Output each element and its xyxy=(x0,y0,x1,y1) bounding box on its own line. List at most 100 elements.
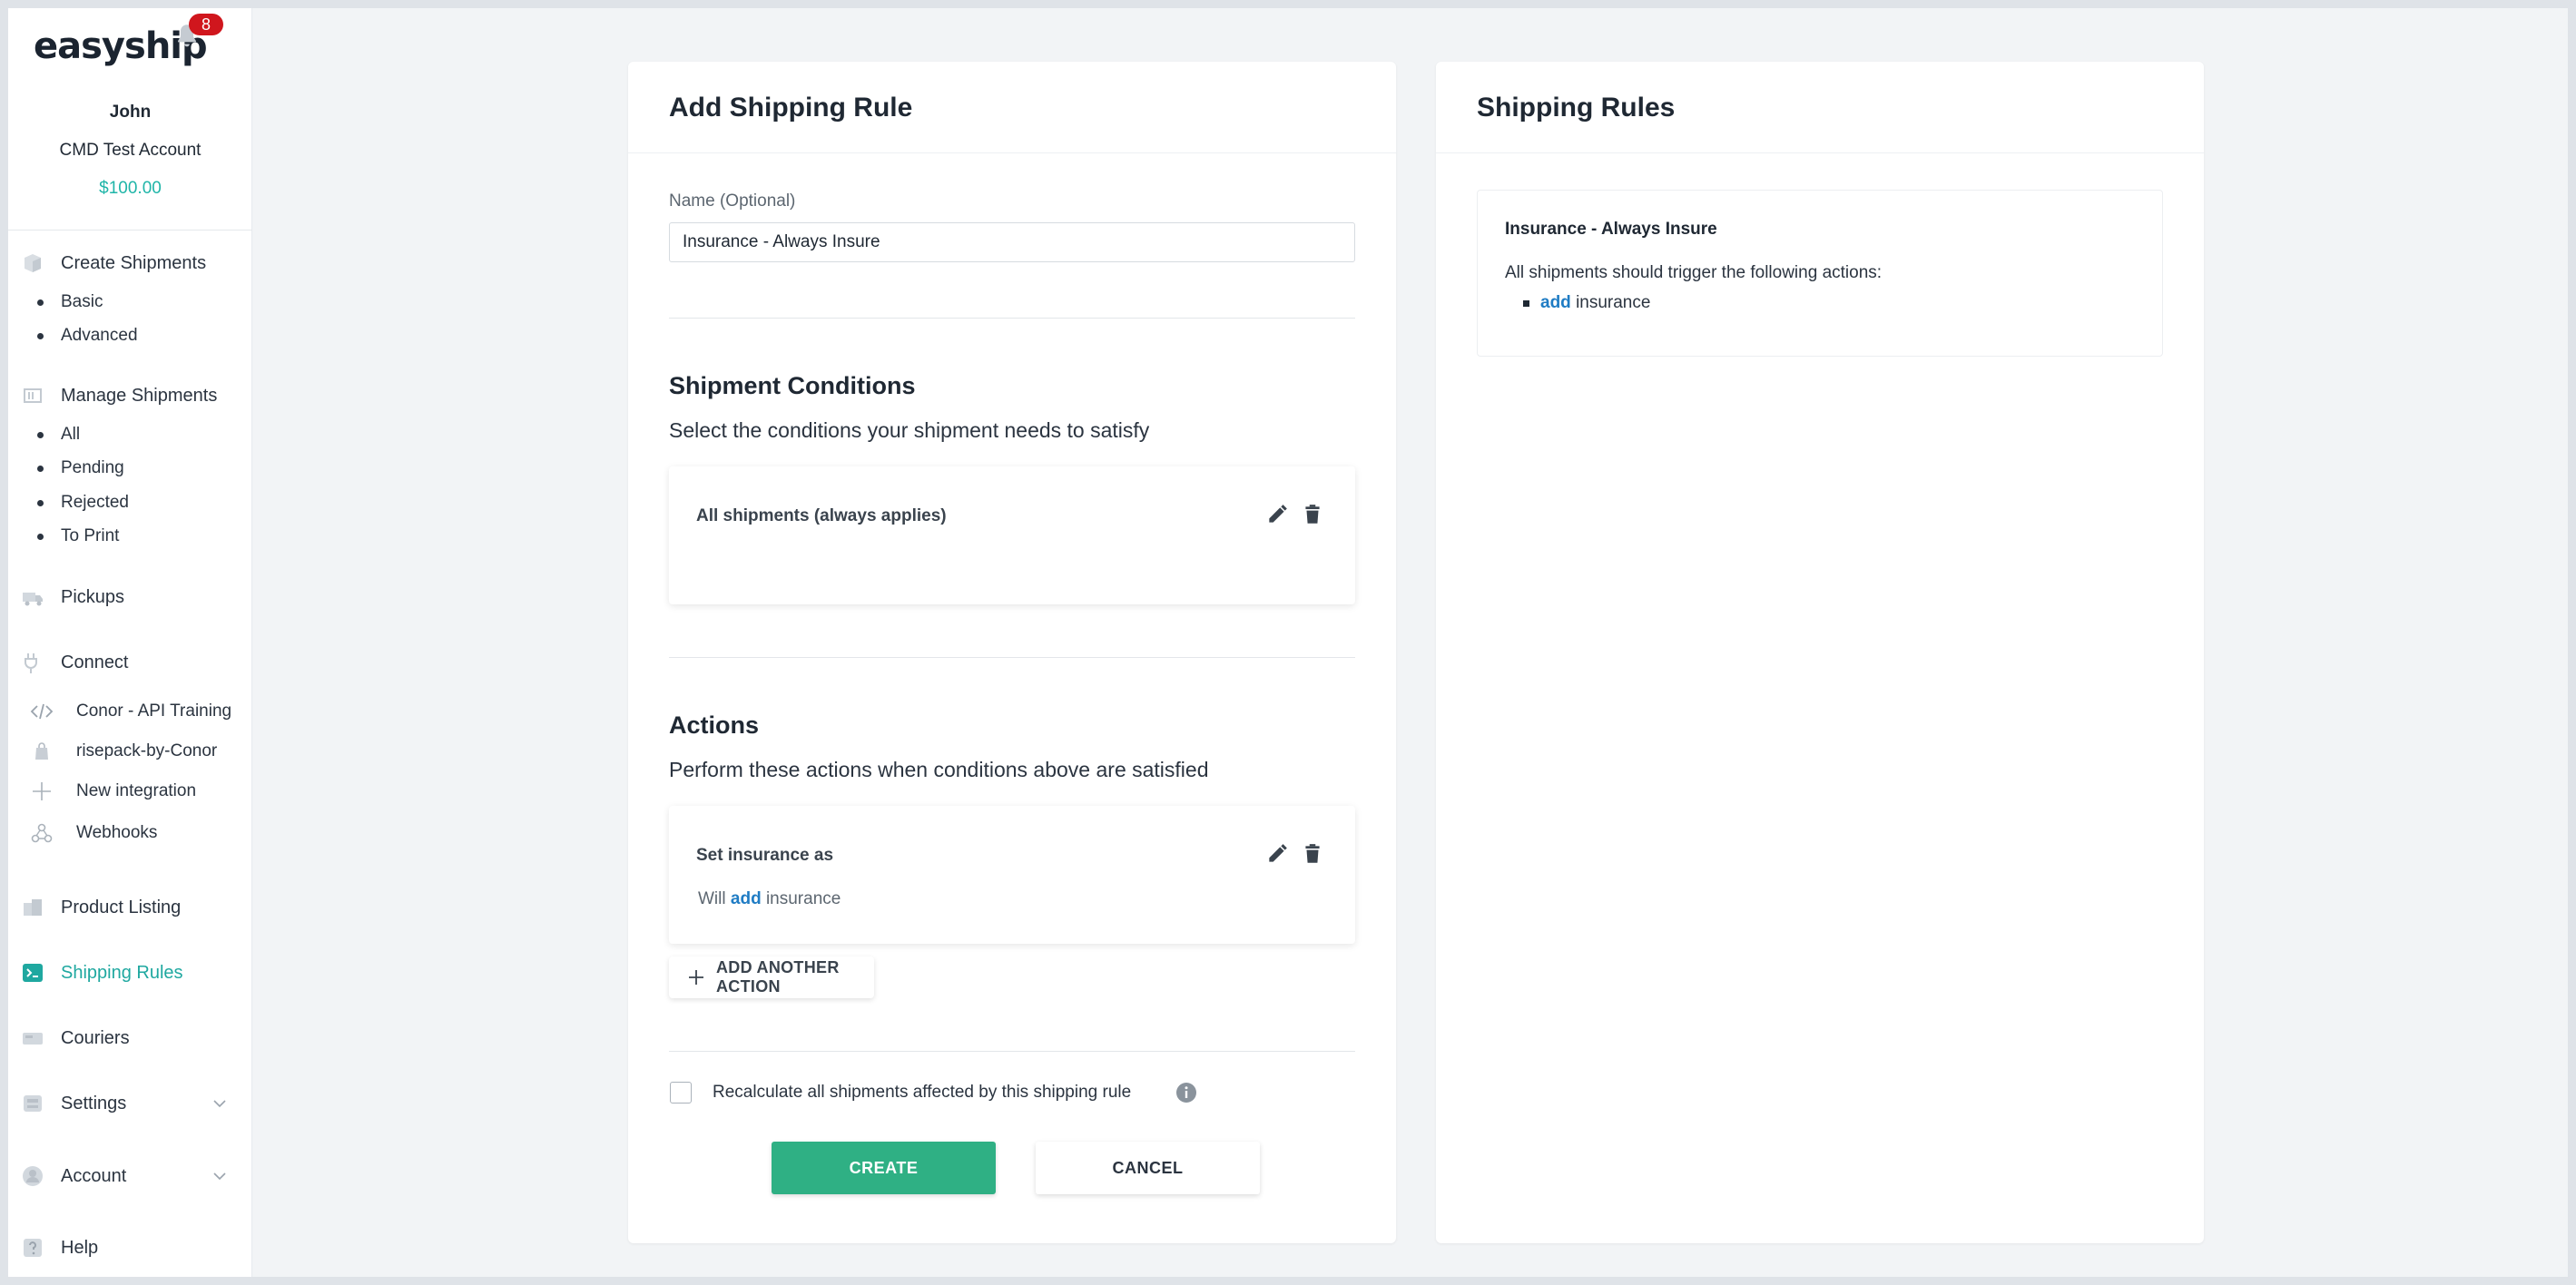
edit-icon[interactable] xyxy=(1265,503,1289,526)
actions-subtitle: Perform these actions when conditions ab… xyxy=(669,758,1209,781)
sidebar-divider xyxy=(8,230,252,231)
sidebar-sub-label: All xyxy=(61,425,81,444)
divider xyxy=(669,657,1355,658)
app-frame: easyship 8 John CMD Test Account $100.00… xyxy=(8,8,2568,1277)
account-name: CMD Test Account xyxy=(59,141,202,160)
products-icon xyxy=(24,899,42,916)
sidebar-item-connect[interactable]: Connect xyxy=(8,644,252,681)
plug-icon xyxy=(25,653,37,673)
sidebar-sub-rejected[interactable]: Rejected xyxy=(8,487,252,518)
action-description: Will add insurance xyxy=(698,889,841,909)
courier-icon xyxy=(23,1033,43,1045)
chevron-down-icon xyxy=(213,1172,226,1181)
sidebar-sub-to-print[interactable]: To Print xyxy=(8,521,252,552)
box-icon xyxy=(25,254,41,272)
account-balance[interactable]: $100.00 xyxy=(8,179,252,199)
bullet xyxy=(37,499,44,506)
integration-label: New integration xyxy=(76,781,197,800)
integration-label: risepack-by-Conor xyxy=(76,741,218,760)
action-desc-suffix: insurance xyxy=(765,889,841,908)
rule-action-verb: add xyxy=(1540,293,1571,312)
sidebar-sub-all[interactable]: All xyxy=(8,419,252,450)
divider xyxy=(1436,152,2204,153)
sidebar: easyship 8 John CMD Test Account $100.00… xyxy=(8,8,252,1277)
bullet xyxy=(37,431,44,438)
sidebar-item-product-listing[interactable]: Product Listing xyxy=(8,889,252,926)
notification-badge: 8 xyxy=(189,14,223,35)
rule-preview-description: All shipments should trigger the followi… xyxy=(1505,263,1883,282)
integration-risepack[interactable]: risepack-by-Conor xyxy=(8,734,252,769)
plus-icon xyxy=(689,970,703,985)
integration-label: Conor - API Training xyxy=(76,701,232,721)
cancel-button[interactable]: CANCEL xyxy=(1036,1142,1260,1194)
sidebar-sub-basic[interactable]: Basic xyxy=(8,287,252,318)
trash-icon[interactable] xyxy=(1301,503,1324,526)
sidebar-sub-label: Pending xyxy=(61,458,124,477)
trash-icon[interactable] xyxy=(1301,842,1324,866)
rule-preview-name: Insurance - Always Insure xyxy=(1505,220,1717,239)
sidebar-item-couriers[interactable]: Couriers xyxy=(8,1020,252,1056)
truck-icon xyxy=(23,593,43,606)
sidebar-item-label: Couriers xyxy=(61,1027,130,1048)
conditions-title: Shipment Conditions xyxy=(669,372,916,399)
integration-new[interactable]: New integration xyxy=(8,774,252,809)
page-title: Add Shipping Rule xyxy=(669,93,913,123)
integration-webhooks[interactable]: Webhooks xyxy=(8,816,252,850)
add-another-action-button[interactable]: ADD ANOTHER ACTION xyxy=(669,956,874,998)
create-button[interactable]: CREATE xyxy=(772,1142,996,1194)
sidebar-item-manage-shipments[interactable]: Manage Shipments xyxy=(8,378,252,414)
shopping-bag-icon xyxy=(35,742,48,760)
shipping-rules-title: Shipping Rules xyxy=(1477,93,1676,123)
rule-action-text: add insurance xyxy=(1540,293,1650,313)
bullet xyxy=(37,533,44,540)
conditions-subtitle: Select the conditions your shipment need… xyxy=(669,418,1150,442)
divider xyxy=(669,1051,1355,1052)
rule-action-suffix: insurance xyxy=(1576,293,1651,312)
sidebar-item-label: Create Shipments xyxy=(61,252,207,273)
sidebar-item-shipping-rules[interactable]: Shipping Rules xyxy=(8,955,252,991)
integration-label: Webhooks xyxy=(76,823,158,842)
user-icon xyxy=(23,1166,43,1186)
code-icon xyxy=(30,703,54,720)
condition-label: All shipments (always applies) xyxy=(696,506,947,525)
sidebar-sub-pending[interactable]: Pending xyxy=(8,453,252,484)
sidebar-item-label: Product Listing xyxy=(61,897,182,917)
sidebar-item-label: Pickups xyxy=(61,586,125,607)
shipping-rules-icon xyxy=(23,964,43,982)
name-field-label: Name (Optional) xyxy=(669,191,796,211)
list-icon xyxy=(24,388,42,403)
divider xyxy=(628,152,1396,153)
webhook-icon xyxy=(31,823,53,843)
chevron-down-icon xyxy=(213,1100,226,1108)
sidebar-sub-label: To Print xyxy=(61,526,120,545)
sidebar-item-label: Settings xyxy=(61,1093,127,1113)
recalculate-checkbox[interactable] xyxy=(670,1082,692,1104)
integration-api-training[interactable]: Conor - API Training xyxy=(8,694,252,729)
sidebar-sub-advanced[interactable]: Advanced xyxy=(8,320,252,351)
settings-icon xyxy=(24,1095,42,1112)
add-another-action-label: ADD ANOTHER ACTION xyxy=(716,958,840,996)
sidebar-sub-label: Basic xyxy=(61,292,103,311)
sidebar-sub-label: Advanced xyxy=(61,326,138,345)
bullet xyxy=(37,299,44,306)
sidebar-item-label: Help xyxy=(61,1237,99,1258)
sidebar-item-settings[interactable]: Settings xyxy=(8,1085,252,1122)
help-icon xyxy=(24,1239,42,1257)
shipping-rules-card: Shipping Rules Insurance - Always Insure… xyxy=(1436,62,2204,1243)
actions-title: Actions xyxy=(669,711,760,739)
bullet xyxy=(1523,299,1529,307)
rule-preview: Insurance - Always Insure All shipments … xyxy=(1477,190,2163,357)
info-icon[interactable] xyxy=(1175,1082,1197,1104)
sidebar-item-pickups[interactable]: Pickups xyxy=(8,579,252,615)
sidebar-item-account[interactable]: Account xyxy=(8,1158,252,1194)
sidebar-item-label: Account xyxy=(61,1165,127,1186)
edit-icon[interactable] xyxy=(1265,842,1289,866)
rule-name-input[interactable] xyxy=(669,222,1355,262)
bullet xyxy=(37,332,44,339)
plus-icon xyxy=(33,782,51,800)
sidebar-sub-label: Rejected xyxy=(61,493,129,512)
sidebar-item-help[interactable]: Help xyxy=(8,1230,252,1266)
sidebar-item-create-shipments[interactable]: Create Shipments xyxy=(8,245,252,281)
sidebar-item-label: Manage Shipments xyxy=(61,385,218,406)
action-label: Set insurance as xyxy=(696,846,834,865)
